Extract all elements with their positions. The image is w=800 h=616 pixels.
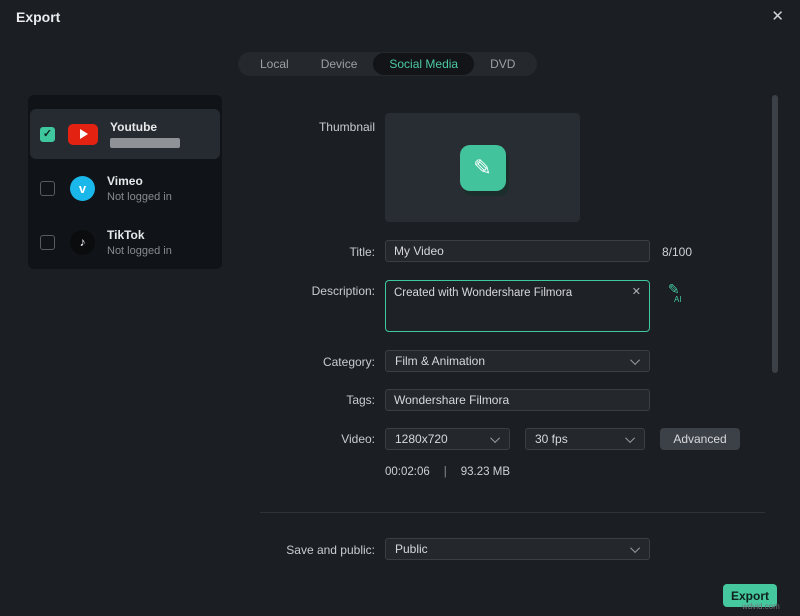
platform-name: Youtube [110,120,180,134]
resolution-select[interactable]: 1280x720 [385,428,510,450]
thumbnail-preview[interactable]: ✎ [385,113,580,222]
save-public-value: Public [395,542,428,556]
duration-value: 00:02:06 [385,466,430,478]
title-input[interactable] [385,240,650,262]
title-counter: 8/100 [662,245,692,259]
description-input[interactable] [386,281,649,331]
vertical-scrollbar[interactable] [772,95,778,373]
account-name-redacted [110,138,180,148]
check-icon: ✓ [43,129,52,140]
dialog-title: Export [16,9,60,25]
description-field: ✕ [385,280,650,332]
platform-status: Not logged in [107,245,172,257]
video-meta: 00:02:06 | 93.23 MB [385,466,510,478]
tags-input[interactable] [385,389,650,411]
chevron-down-icon [490,433,500,443]
watermark-text: wdvid.com [742,602,780,611]
thumbnail-edit-button[interactable]: ✎ [460,145,506,191]
ai-copywriting-button[interactable]: ✎ AI [666,283,682,304]
section-divider [260,512,765,513]
advanced-button[interactable]: Advanced [660,428,740,450]
filesize-value: 93.23 MB [461,466,510,478]
save-public-select[interactable]: Public [385,538,650,560]
chevron-down-icon [630,543,640,553]
resolution-value: 1280x720 [395,432,448,446]
tiktok-checkbox[interactable] [40,235,55,250]
chevron-down-icon [630,355,640,365]
platform-row-youtube[interactable]: ✓ Youtube [30,109,220,159]
video-label: Video: [257,432,375,446]
youtube-icon [68,124,98,145]
platform-row-vimeo[interactable]: v Vimeo Not logged in [30,163,220,213]
tab-dvd[interactable]: DVD [474,53,531,75]
category-select[interactable]: Film & Animation [385,350,650,372]
close-icon[interactable]: ✕ [771,7,784,27]
vimeo-checkbox[interactable] [40,181,55,196]
platform-row-tiktok[interactable]: ♪ TikTok Not logged in [30,217,220,267]
thumbnail-label: Thumbnail [257,120,375,134]
category-value: Film & Animation [395,354,485,368]
fps-select[interactable]: 30 fps [525,428,645,450]
tiktok-icon: ♪ [70,230,95,255]
clear-description-icon[interactable]: ✕ [632,285,641,298]
export-dialog: Export ✕ Local Device Social Media DVD ✓… [0,0,800,616]
youtube-checkbox[interactable]: ✓ [40,127,55,142]
save-public-label: Save and public: [257,543,375,557]
platform-name: TikTok [107,228,172,242]
tags-label: Tags: [257,393,375,407]
category-label: Category: [257,355,375,369]
tab-local[interactable]: Local [244,53,305,75]
fps-value: 30 fps [535,432,568,446]
chevron-down-icon [625,433,635,443]
tab-social-media[interactable]: Social Media [373,53,474,75]
title-label: Title: [257,245,375,259]
platform-list: ✓ Youtube v Vimeo Not logged in ♪ TikTok [28,95,222,269]
edit-pencil-icon: ✎ [473,155,491,181]
vimeo-icon: v [70,176,95,201]
export-tabs: Local Device Social Media DVD [238,52,537,76]
platform-status: Not logged in [107,191,172,203]
meta-separator: | [444,466,447,478]
youtube-play-icon [80,129,88,139]
description-label: Description: [257,284,375,298]
tab-device[interactable]: Device [305,53,374,75]
platform-name: Vimeo [107,174,172,188]
ai-label: AI [674,296,682,304]
